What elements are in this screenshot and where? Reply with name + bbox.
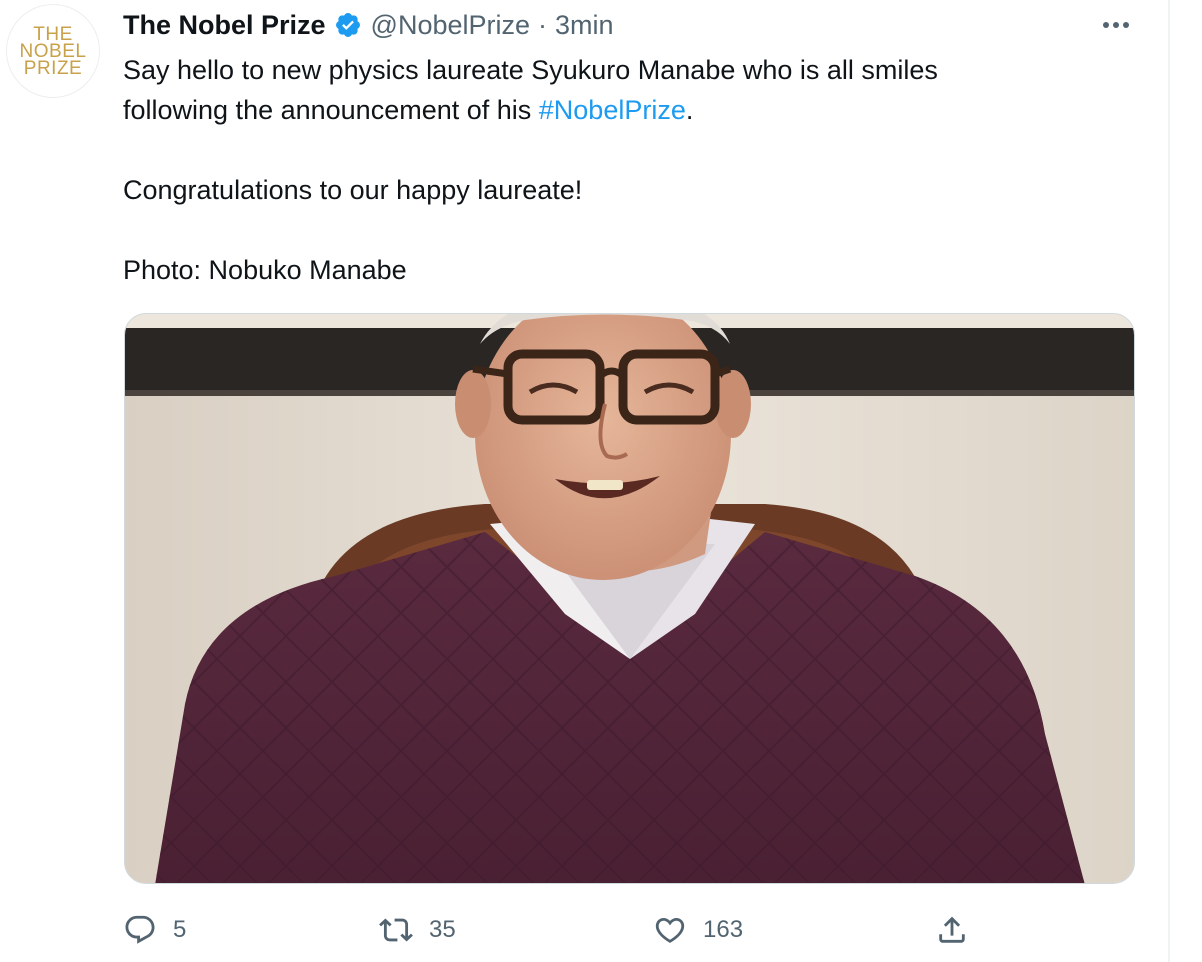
like-button[interactable]: 163 (653, 906, 743, 954)
share-icon (939, 916, 965, 943)
retweet-button[interactable]: 35 (379, 906, 456, 954)
like-icon (655, 917, 685, 943)
more-dot (1123, 22, 1129, 28)
tweet-actions: 5 35 163 (123, 906, 983, 954)
retweet-count: 35 (429, 916, 456, 943)
tweet-text-line-1: Say hello to new physics laureate Syukur… (123, 55, 938, 85)
more-dot (1113, 22, 1119, 28)
tweet-text-paragraph-2: Congratulations to our happy laureate! (123, 175, 583, 205)
like-count: 163 (703, 916, 744, 943)
hashtag-link[interactable]: #NobelPrize (539, 95, 686, 125)
photo-credit: Photo: Nobuko Manabe (123, 255, 407, 285)
avatar[interactable]: THE NOBEL PRIZE (6, 4, 100, 98)
reply-button[interactable]: 5 (123, 906, 186, 954)
more-dot (1103, 22, 1109, 28)
retweet-icon (379, 918, 413, 942)
avatar-text-line-3: PRIZE (23, 57, 83, 79)
column-divider (1168, 0, 1170, 962)
tweet-text-line-2-end: . (685, 95, 694, 125)
tweet-timestamp[interactable]: 3min (555, 10, 614, 41)
tweet-text-line-2: following the announcement of his #Nobel… (123, 90, 1133, 130)
tweet-photo[interactable] (124, 313, 1135, 884)
more-options-icon[interactable] (1098, 14, 1134, 36)
tweet-text: Say hello to new physics laureate Syukur… (123, 50, 1133, 290)
share-button[interactable] (935, 906, 969, 954)
avatar-text-line-1: THE (33, 23, 73, 45)
avatar-text-line-2: NOBEL (19, 40, 87, 62)
author-handle[interactable]: @NobelPrize (371, 10, 530, 41)
header-separator: · (538, 9, 548, 40)
reply-count: 5 (173, 916, 187, 943)
tweet-header: The Nobel Prize @NobelPrize · 3min (123, 6, 614, 44)
reply-icon (125, 915, 155, 944)
photo-illustration (125, 314, 1134, 883)
author-name[interactable]: The Nobel Prize (123, 10, 326, 41)
tweet-text-line-2-start: following the announcement of his (123, 95, 539, 125)
verified-badge-icon (335, 13, 360, 37)
